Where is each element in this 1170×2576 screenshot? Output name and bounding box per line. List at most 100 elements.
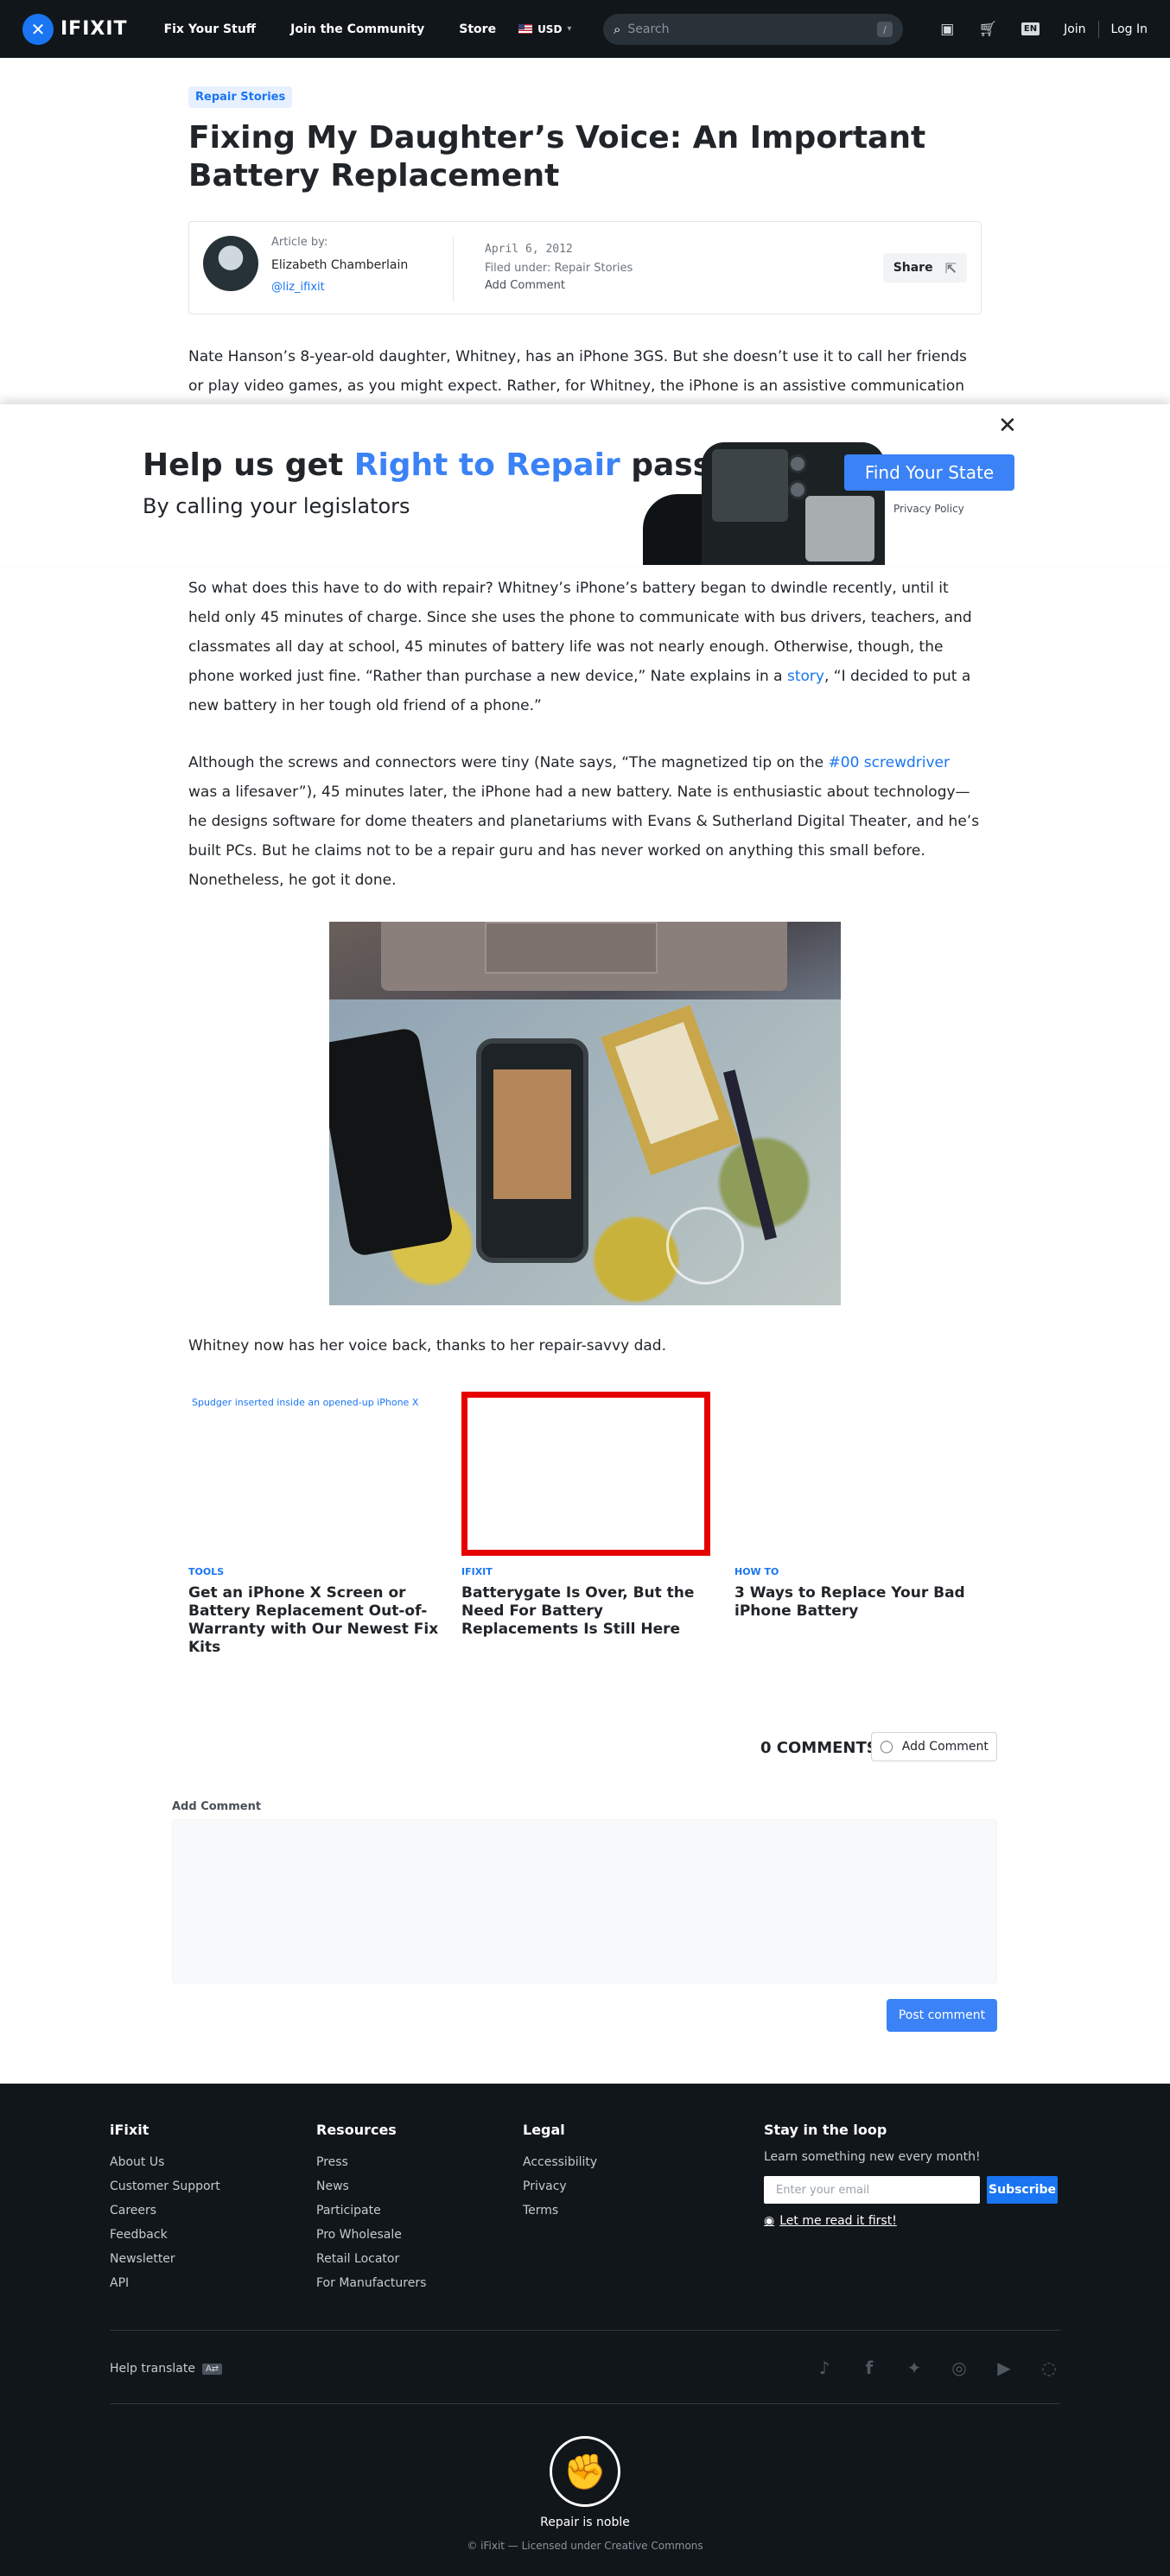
- footer-link[interactable]: Newsletter: [110, 2247, 220, 2271]
- chevron-down-icon: ▾: [567, 24, 572, 34]
- help-translate-label: Help translate: [110, 2362, 195, 2376]
- add-comment-button[interactable]: ◯ Add Comment: [871, 1732, 997, 1761]
- author-label: Article by:: [271, 236, 328, 249]
- find-your-state-button[interactable]: Find Your State: [844, 454, 1014, 491]
- related-card-title: 3 Ways to Replace Your Bad iPhone Batter…: [734, 1584, 965, 1620]
- read-first-link[interactable]: ◉ Let me read it first!: [764, 2214, 1058, 2228]
- help-translate[interactable]: Help translate A⇄: [110, 2362, 223, 2376]
- banner-title-a: Help us get: [143, 447, 354, 483]
- related-card[interactable]: HOW TO 3 Ways to Replace Your Bad iPhone…: [734, 1392, 985, 1621]
- byline-box: Article by: Elizabeth Chamberlain @liz_i…: [188, 221, 982, 314]
- article-paragraph-4: Whitney now has her voice back, thanks t…: [188, 1337, 666, 1355]
- join-link[interactable]: Join: [1064, 22, 1085, 36]
- story-link[interactable]: story: [787, 668, 824, 685]
- social-links: ♪ f ✦ ◎ ▶ ◌: [813, 2357, 1060, 2379]
- instagram-icon[interactable]: ◎: [948, 2357, 970, 2379]
- author-handle[interactable]: @liz_ifixit: [271, 281, 325, 294]
- footer-copyright: © iFixit — Licensed under Creative Commo…: [467, 2540, 703, 2552]
- add-comment-label: Add Comment: [901, 1740, 989, 1754]
- footer-newsletter: Stay in the loop Learn something new eve…: [764, 2122, 1058, 2228]
- add-comment-link[interactable]: Add Comment: [485, 279, 565, 292]
- related-card-image-placeholder: [461, 1392, 710, 1556]
- suction-cup: [666, 1207, 744, 1285]
- footer-link[interactable]: Retail Locator: [316, 2247, 426, 2271]
- tiktok-icon[interactable]: ♪: [813, 2357, 836, 2379]
- image-alt-text: Spudger inserted inside an opened-up iPh…: [192, 1397, 419, 1408]
- footer-col-title: iFixit: [110, 2122, 149, 2138]
- article-title: Fixing My Daughter’s Voice: An Important…: [188, 120, 926, 194]
- publish-date: April 6, 2012: [485, 243, 573, 256]
- login-link[interactable]: Log In: [1111, 22, 1148, 36]
- filed-category-link[interactable]: Repair Stories: [555, 262, 633, 275]
- subscribe-button[interactable]: Subscribe: [987, 2176, 1058, 2204]
- filed-under: Filed under: Repair Stories: [485, 262, 633, 275]
- currency-selector[interactable]: USD ▾: [518, 23, 571, 35]
- site-footer: iFixit About Us Customer Support Careers…: [0, 2084, 1170, 2576]
- ifixit-logo[interactable]: ✕ IFIXIT: [22, 13, 128, 45]
- related-card-title: Batterygate Is Over, But the Need For Ba…: [461, 1584, 695, 1638]
- nav-right-group: ▣ 🛒︎ EN Join Log In: [916, 0, 1148, 58]
- laptop-trackpad: [485, 922, 658, 974]
- share-button[interactable]: Share ⇱: [882, 253, 967, 282]
- footer-link[interactable]: News: [316, 2174, 426, 2198]
- author-name[interactable]: Elizabeth Chamberlain: [271, 258, 408, 272]
- footer-link[interactable]: Terms: [523, 2198, 597, 2223]
- email-field[interactable]: [764, 2176, 980, 2204]
- post-comment-button[interactable]: Post comment: [887, 1999, 997, 2032]
- search-shortcut-key: /: [877, 22, 893, 37]
- paragraph-text: Although the screws and connectors were …: [188, 754, 829, 771]
- nav-store[interactable]: Store: [459, 22, 496, 36]
- language-selector[interactable]: EN: [1021, 22, 1040, 35]
- related-card[interactable]: IFIXIT Batterygate Is Over, But the Need…: [461, 1392, 712, 1639]
- footer-tagline: Repair is noble: [540, 2516, 630, 2529]
- comment-textarea[interactable]: [172, 1819, 997, 1983]
- nav-fix-your-stuff[interactable]: Fix Your Stuff: [164, 22, 257, 36]
- search-bar[interactable]: ⌕ /: [603, 14, 903, 45]
- share-label: Share: [893, 261, 933, 275]
- search-icon: ⌕: [614, 22, 621, 37]
- comment-bubble-icon: ◯: [880, 1740, 893, 1754]
- nav-join-community[interactable]: Join the Community: [290, 22, 424, 36]
- banner-subtitle: By calling your legislators: [143, 494, 410, 518]
- related-card-tag: TOOLS: [188, 1566, 225, 1577]
- community-icon[interactable]: ◌: [1038, 2357, 1060, 2379]
- footer-link[interactable]: About Us: [110, 2150, 220, 2174]
- right-to-repair-banner: Help us get Right to Repair passed By ca…: [0, 404, 1170, 565]
- us-flag-icon: [518, 24, 533, 34]
- toolbox-icon[interactable]: ▣: [940, 21, 954, 38]
- footer-link[interactable]: Feedback: [110, 2223, 220, 2247]
- footer-col-resources: Resources Press News Participate Pro Who…: [316, 2122, 426, 2295]
- phone-battery: [805, 496, 874, 562]
- article-paragraph-3: Although the screws and connectors were …: [188, 748, 982, 895]
- category-tag[interactable]: Repair Stories: [188, 86, 293, 108]
- footer-col-title: Legal: [523, 2122, 565, 2138]
- related-card-image: [734, 1392, 985, 1556]
- footer-link[interactable]: Pro Wholesale: [316, 2223, 426, 2247]
- related-card[interactable]: Spudger inserted inside an opened-up iPh…: [188, 1392, 439, 1657]
- youtube-icon[interactable]: ▶: [993, 2357, 1015, 2379]
- paragraph-text: was a lifesaver”), 45 minutes later, the…: [188, 784, 980, 889]
- privacy-policy-link[interactable]: Privacy Policy: [893, 503, 964, 515]
- logic-board: [712, 449, 788, 522]
- footer-divider: [110, 2330, 1060, 2331]
- footer-link[interactable]: Privacy: [523, 2174, 597, 2198]
- camera-lens: [788, 454, 807, 473]
- footer-link[interactable]: Careers: [110, 2198, 220, 2223]
- facebook-icon[interactable]: f: [858, 2357, 881, 2379]
- footer-link[interactable]: Press: [316, 2150, 426, 2174]
- close-icon[interactable]: ✕: [998, 413, 1017, 439]
- twitter-icon[interactable]: ✦: [903, 2357, 925, 2379]
- author-avatar[interactable]: [203, 236, 258, 291]
- cart-icon[interactable]: 🛒︎: [978, 21, 997, 38]
- banner-title-highlight: Right to Repair: [353, 447, 620, 483]
- nav-divider: [1097, 20, 1099, 38]
- footer-link[interactable]: Participate: [316, 2198, 426, 2223]
- related-card-title: Get an iPhone X Screen or Battery Replac…: [188, 1584, 439, 1656]
- footer-link[interactable]: For Manufacturers: [316, 2271, 426, 2295]
- footer-link[interactable]: Customer Support: [110, 2174, 220, 2198]
- footer-link[interactable]: API: [110, 2271, 220, 2295]
- screwdriver-link[interactable]: #00 screwdriver: [829, 754, 950, 771]
- search-input[interactable]: [627, 22, 877, 36]
- footer-link[interactable]: Accessibility: [523, 2150, 597, 2174]
- footer-col-legal: Legal Accessibility Privacy Terms: [523, 2122, 597, 2223]
